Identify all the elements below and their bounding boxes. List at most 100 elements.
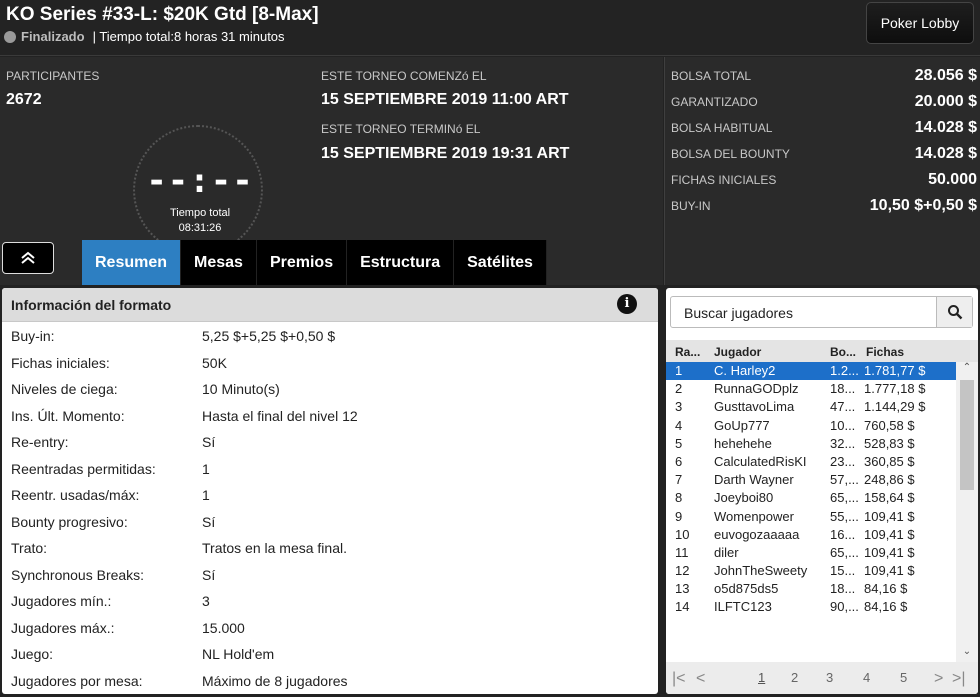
page-link[interactable]: 2 bbox=[791, 670, 798, 685]
player-rank: 13 bbox=[675, 581, 690, 597]
tournament-lobby-window: KO Series #33-L: $20K Gtd [8-Max] Finali… bbox=[0, 0, 980, 697]
player-name: Joeyboi80 bbox=[714, 490, 774, 506]
scroll-up-icon[interactable]: ⌃ bbox=[956, 362, 978, 378]
collapse-button[interactable] bbox=[2, 242, 54, 274]
tab-mesas[interactable]: Mesas bbox=[181, 240, 257, 285]
table-row[interactable]: 1 C. Harley2 1.2... 1.781,77 $ bbox=[666, 362, 956, 381]
page-link[interactable]: 1 bbox=[758, 670, 765, 685]
player-chips: 248,86 $ bbox=[864, 472, 915, 488]
table-row[interactable]: 13 o5d875ds5 18... 84,16 $ bbox=[666, 580, 956, 598]
tab-estructura[interactable]: Estructura bbox=[347, 240, 455, 285]
end-label: ESTE TORNEO TERMINó EL bbox=[321, 122, 481, 136]
format-value: 50K bbox=[202, 354, 227, 371]
table-row[interactable]: 6 CalculatedRisKI 23... 360,85 $ bbox=[666, 453, 956, 471]
player-chips: 109,41 $ bbox=[864, 526, 915, 542]
tab-satelites[interactable]: Satélites bbox=[454, 240, 547, 285]
page-link[interactable]: 4 bbox=[863, 670, 870, 685]
player-bounty: 55,... bbox=[830, 508, 859, 524]
format-row: Juego: NL Hold'em bbox=[2, 641, 658, 668]
format-row: Synchronous Breaks: Sí bbox=[2, 562, 658, 589]
player-chips: 760,58 $ bbox=[864, 417, 915, 433]
table-row[interactable]: 14 ILFTC123 90,... 84,16 $ bbox=[666, 598, 956, 616]
prize-value: 28.056 $ bbox=[914, 67, 977, 84]
scroll-thumb[interactable] bbox=[960, 380, 974, 490]
tab-premios[interactable]: Premios bbox=[256, 240, 348, 285]
table-row[interactable]: 3 GusttavoLima 47... 1.144,29 $ bbox=[666, 398, 956, 416]
player-bounty: 16... bbox=[830, 526, 856, 542]
player-bounty: 10... bbox=[830, 417, 856, 433]
column-header-player[interactable]: Jugador bbox=[714, 345, 761, 359]
start-label: ESTE TORNEO COMENZó EL bbox=[321, 69, 487, 83]
table-row[interactable]: 8 Joeyboi80 65,... 158,64 $ bbox=[666, 489, 956, 507]
player-bounty: 18... bbox=[830, 381, 856, 397]
player-rank: 1 bbox=[675, 363, 683, 378]
player-chips: 84,16 $ bbox=[864, 599, 908, 615]
player-name: CalculatedRisKI bbox=[714, 453, 807, 469]
format-value: NL Hold'em bbox=[202, 646, 275, 663]
format-value: Hasta el final del nivel 12 bbox=[202, 407, 358, 424]
table-row[interactable]: 10 euvogozaaaaa 16... 109,41 $ bbox=[666, 526, 956, 544]
player-name: GusttavoLima bbox=[714, 399, 795, 415]
status-text: Finalizado bbox=[21, 29, 85, 44]
format-row: Reentradas permitidas: 1 bbox=[2, 456, 658, 483]
search-button[interactable] bbox=[936, 297, 972, 327]
format-label: Jugadores máx.: bbox=[11, 619, 115, 636]
prize-row: BOLSA DEL BOUNTY 14.028 $ bbox=[671, 145, 977, 163]
player-bounty: 65,... bbox=[830, 544, 859, 560]
tournament-title: KO Series #33-L: $20K Gtd [8-Max] bbox=[6, 4, 319, 25]
format-row: Fichas iniciales: 50K bbox=[2, 350, 658, 377]
format-value: 3 bbox=[202, 593, 210, 610]
status-dot-icon bbox=[4, 30, 16, 43]
page-link[interactable]: 5 bbox=[900, 670, 907, 685]
format-value: Sí bbox=[202, 566, 216, 583]
format-row: Reentr. usadas/máx: 1 bbox=[2, 482, 658, 509]
pagination: |< < 1 2 3 4 5 > >| bbox=[666, 662, 978, 694]
column-header-rank[interactable]: Ra... bbox=[675, 345, 705, 359]
format-panel-header: Información del formato i bbox=[2, 288, 658, 322]
prev-page-icon[interactable]: < bbox=[696, 670, 705, 688]
players-scrollbar[interactable]: ⌃ ⌄ bbox=[956, 362, 978, 662]
player-rank: 10 bbox=[675, 526, 690, 542]
prize-label: BUY-IN bbox=[671, 199, 711, 213]
table-row[interactable]: 2 RunnaGODplz 18... 1.777,18 $ bbox=[666, 380, 956, 398]
player-bounty: 32... bbox=[830, 435, 856, 451]
player-name: hehehehe bbox=[714, 435, 772, 451]
prize-row: BOLSA TOTAL 28.056 $ bbox=[671, 67, 977, 85]
format-label: Synchronous Breaks: bbox=[11, 566, 145, 583]
table-row[interactable]: 11 diler 65,... 109,41 $ bbox=[666, 544, 956, 562]
table-row[interactable]: 5 hehehehe 32... 528,83 $ bbox=[666, 435, 956, 453]
players-panel: Buscar jugadores Ra... Jugador Bo... Fic… bbox=[666, 288, 978, 694]
clock-label: Tiempo total bbox=[169, 207, 231, 219]
participants-label: PARTICIPANTES bbox=[6, 69, 100, 83]
table-row[interactable]: 12 JohnTheSweety 15... 109,41 $ bbox=[666, 562, 956, 580]
player-name: ILFTC123 bbox=[714, 599, 772, 615]
player-rank: 11 bbox=[675, 544, 689, 560]
prize-label: BOLSA HABITUAL bbox=[671, 121, 773, 135]
player-rank: 3 bbox=[675, 399, 683, 415]
player-chips: 1.781,77 $ bbox=[864, 363, 926, 378]
prize-row: BUY-IN 10,50 $+0,50 $ bbox=[671, 197, 977, 215]
player-name: o5d875ds5 bbox=[714, 581, 779, 597]
double-chevron-up-icon bbox=[21, 251, 35, 264]
scroll-down-icon[interactable]: ⌄ bbox=[956, 646, 978, 662]
page-link[interactable]: 3 bbox=[826, 670, 833, 685]
info-icon[interactable]: i bbox=[617, 294, 637, 314]
column-header-bounty[interactable]: Bo... bbox=[830, 345, 856, 359]
format-row: Ins. Últ. Momento: Hasta el final del niv… bbox=[2, 403, 658, 430]
format-value: 5,25 $+5,25 $+0,50 $ bbox=[202, 328, 336, 345]
player-bounty: 1.2... bbox=[830, 363, 859, 378]
column-header-chips[interactable]: Fichas bbox=[866, 345, 904, 359]
format-label: Bounty progresivo: bbox=[11, 513, 128, 530]
first-page-icon[interactable]: |< bbox=[672, 670, 686, 688]
player-rank: 4 bbox=[675, 417, 683, 433]
last-page-icon[interactable]: >| bbox=[952, 670, 966, 688]
format-label: Niveles de ciega: bbox=[11, 381, 118, 398]
table-row[interactable]: 7 Darth Wayner 57,... 248,86 $ bbox=[666, 471, 956, 489]
poker-lobby-button[interactable]: Poker Lobby bbox=[866, 2, 974, 44]
tab-resumen[interactable]: Resumen bbox=[82, 240, 182, 285]
search-input[interactable]: Buscar jugadores bbox=[684, 305, 793, 321]
next-page-icon[interactable]: > bbox=[934, 670, 943, 688]
prize-label: FICHAS INICIALES bbox=[671, 173, 777, 187]
table-row[interactable]: 9 Womenpower 55,... 109,41 $ bbox=[666, 508, 956, 526]
table-row[interactable]: 4 GoUp777 10... 760,58 $ bbox=[666, 417, 956, 435]
